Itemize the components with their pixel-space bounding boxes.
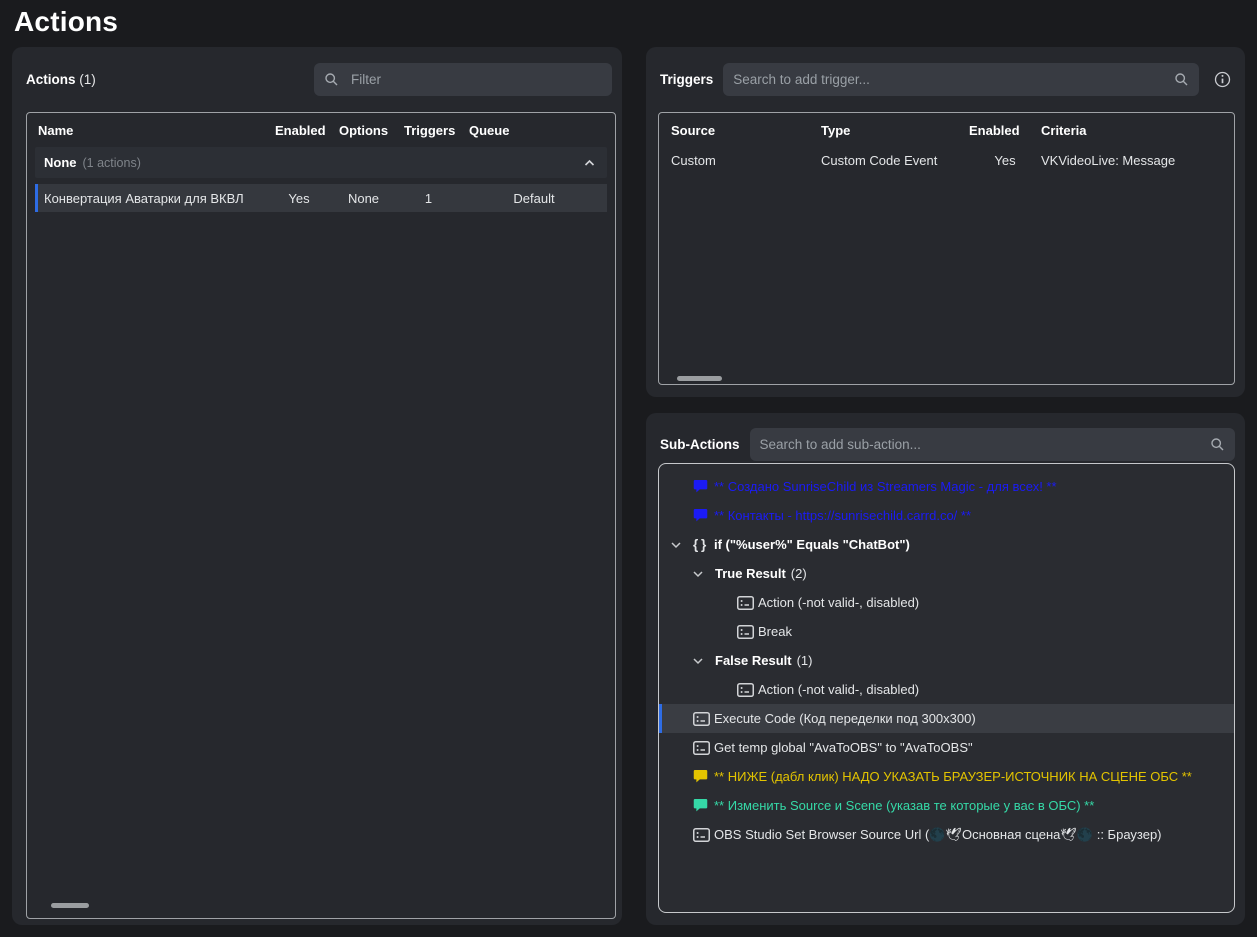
subaction-label: ** Создано SunriseChild из Streamers Mag… — [714, 479, 1057, 494]
subaction-row-group[interactable]: True Result (2) — [659, 559, 1234, 588]
subaction-row-selected[interactable]: Execute Code (Код переделки под 300x300) — [659, 704, 1234, 733]
actions-filter-box — [314, 63, 612, 96]
subaction-row[interactable]: Break — [659, 617, 1234, 646]
triggers-panel-header: Triggers — [646, 47, 1245, 112]
trigger-search-box — [723, 63, 1199, 96]
group-name: None — [44, 155, 77, 170]
search-icon — [1200, 437, 1235, 452]
subaction-label: ** НИЖЕ (дабл клик) НАДО УКАЗАТЬ БРАУЗЕР… — [714, 769, 1192, 784]
actions-panel-title: Actions (1) — [26, 72, 96, 87]
subaction-label: if ("%user%" Equals "ChatBot") — [714, 537, 910, 552]
subaction-row-if[interactable]: { } if ("%user%" Equals "ChatBot") — [659, 530, 1234, 559]
subaction-label: Execute Code (Код переделки под 300x300) — [714, 711, 976, 726]
col-source: Source — [671, 123, 821, 138]
subaction-icon — [693, 741, 714, 755]
chevron-down-icon[interactable] — [693, 656, 715, 666]
comment-icon — [693, 508, 714, 523]
chevron-down-icon[interactable] — [671, 540, 693, 550]
comment-icon — [693, 769, 714, 784]
horizontal-scrollbar-thumb[interactable] — [677, 376, 722, 381]
triggers-panel-title: Triggers — [660, 72, 713, 87]
subactions-panel-header: Sub-Actions — [646, 413, 1245, 463]
horizontal-scrollbar-thumb[interactable] — [51, 903, 89, 908]
chevron-down-icon[interactable] — [693, 569, 715, 579]
actions-panel-header: Actions (1) — [12, 47, 622, 112]
subaction-row-comment[interactable]: ** НИЖЕ (дабл клик) НАДО УКАЗАТЬ БРАУЗЕР… — [659, 762, 1234, 791]
subaction-row-comment[interactable]: ** Создано SunriseChild из Streamers Mag… — [659, 472, 1234, 501]
subaction-label: False Result — [715, 653, 792, 668]
action-options: None — [331, 191, 396, 206]
actions-panel: Actions (1) Name Enabled Options Trigger… — [12, 47, 622, 925]
triggers-table: Source Type Enabled Criteria Custom Cust… — [658, 112, 1235, 385]
comment-icon — [693, 798, 714, 813]
col-enabled: Enabled — [969, 123, 1041, 138]
col-criteria: Criteria — [1041, 123, 1234, 138]
group-count: (1 actions) — [83, 156, 141, 170]
app-window: Actions Actions (1) Name Enabled Options… — [0, 0, 1257, 937]
actions-count: (1) — [79, 72, 96, 87]
action-group-row[interactable]: None (1 actions) — [35, 147, 607, 178]
triggers-table-header: Source Type Enabled Criteria — [659, 113, 1234, 147]
subaction-label: True Result — [715, 566, 786, 581]
subaction-row[interactable]: Get temp global "AvaToOBS" to "AvaToOBS" — [659, 733, 1234, 762]
trigger-criteria: VKVideoLive: Message — [1041, 153, 1234, 168]
subaction-icon — [693, 828, 714, 842]
subactions-tree: ** Создано SunriseChild из Streamers Mag… — [658, 463, 1235, 913]
subaction-label: OBS Studio Set Browser Source Url (🌑🕊Осн… — [714, 827, 1162, 843]
subaction-row[interactable]: Action (-not valid-, disabled) — [659, 588, 1234, 617]
comment-icon — [693, 479, 714, 494]
triggers-panel: Triggers Source Type Enabled Criteria Cu… — [646, 47, 1245, 397]
trigger-source: Custom — [671, 153, 821, 168]
subaction-row-comment[interactable]: ** Контакты - https://sunrisechild.carrd… — [659, 501, 1234, 530]
subaction-label: ** Изменить Source и Scene (указав те ко… — [714, 798, 1094, 813]
trigger-type: Custom Code Event — [821, 153, 969, 168]
col-options: Options — [339, 123, 404, 138]
subaction-icon — [737, 625, 758, 639]
subaction-icon — [737, 596, 758, 610]
subactions-panel-title: Sub-Actions — [660, 437, 740, 452]
actions-table: Name Enabled Options Triggers Queue None… — [26, 112, 616, 919]
actions-filter-input[interactable] — [349, 63, 612, 96]
action-queue: Default — [461, 191, 607, 206]
subaction-label: Break — [758, 624, 792, 639]
subaction-count: (1) — [797, 653, 813, 668]
subaction-count: (2) — [791, 566, 807, 581]
subaction-label: Action (-not valid-, disabled) — [758, 595, 919, 610]
info-icon[interactable] — [1209, 67, 1235, 93]
action-enabled: Yes — [267, 191, 331, 206]
subactions-panel: Sub-Actions ** Создано SunriseChild из S… — [646, 413, 1245, 925]
col-queue: Queue — [469, 123, 615, 138]
braces-icon: { } — [693, 537, 714, 552]
subaction-row[interactable]: OBS Studio Set Browser Source Url (🌑🕊Осн… — [659, 820, 1234, 849]
actions-table-header: Name Enabled Options Triggers Queue — [27, 113, 615, 147]
action-name: Конвертация Аватарки для ВКВЛ — [38, 191, 267, 206]
subaction-icon — [737, 683, 758, 697]
subaction-label: ** Контакты - https://sunrisechild.carrd… — [714, 508, 971, 523]
subaction-search-input[interactable] — [750, 428, 1201, 461]
subaction-label: Action (-not valid-, disabled) — [758, 682, 919, 697]
subaction-row-group[interactable]: False Result (1) — [659, 646, 1234, 675]
page-title: Actions — [14, 6, 118, 38]
col-enabled: Enabled — [275, 123, 339, 138]
actions-panel-title-text: Actions — [26, 72, 76, 87]
subaction-row-comment[interactable]: ** Изменить Source и Scene (указав те ко… — [659, 791, 1234, 820]
chevron-up-icon[interactable] — [584, 159, 595, 167]
trigger-enabled: Yes — [969, 153, 1041, 168]
subaction-icon — [693, 712, 714, 726]
col-name: Name — [38, 123, 275, 138]
table-row-action[interactable]: Конвертация Аватарки для ВКВЛ Yes None 1… — [35, 184, 607, 212]
selection-accent-bar — [659, 704, 662, 733]
subaction-search-box — [750, 428, 1236, 461]
col-triggers: Triggers — [404, 123, 469, 138]
subaction-row[interactable]: Action (-not valid-, disabled) — [659, 675, 1234, 704]
search-icon — [314, 72, 349, 87]
col-type: Type — [821, 123, 969, 138]
action-triggers-count: 1 — [396, 191, 461, 206]
search-icon — [1164, 72, 1199, 87]
subaction-label: Get temp global "AvaToOBS" to "AvaToOBS" — [714, 740, 973, 755]
table-row-trigger[interactable]: Custom Custom Code Event Yes VKVideoLive… — [659, 147, 1234, 173]
trigger-search-input[interactable] — [723, 63, 1164, 96]
